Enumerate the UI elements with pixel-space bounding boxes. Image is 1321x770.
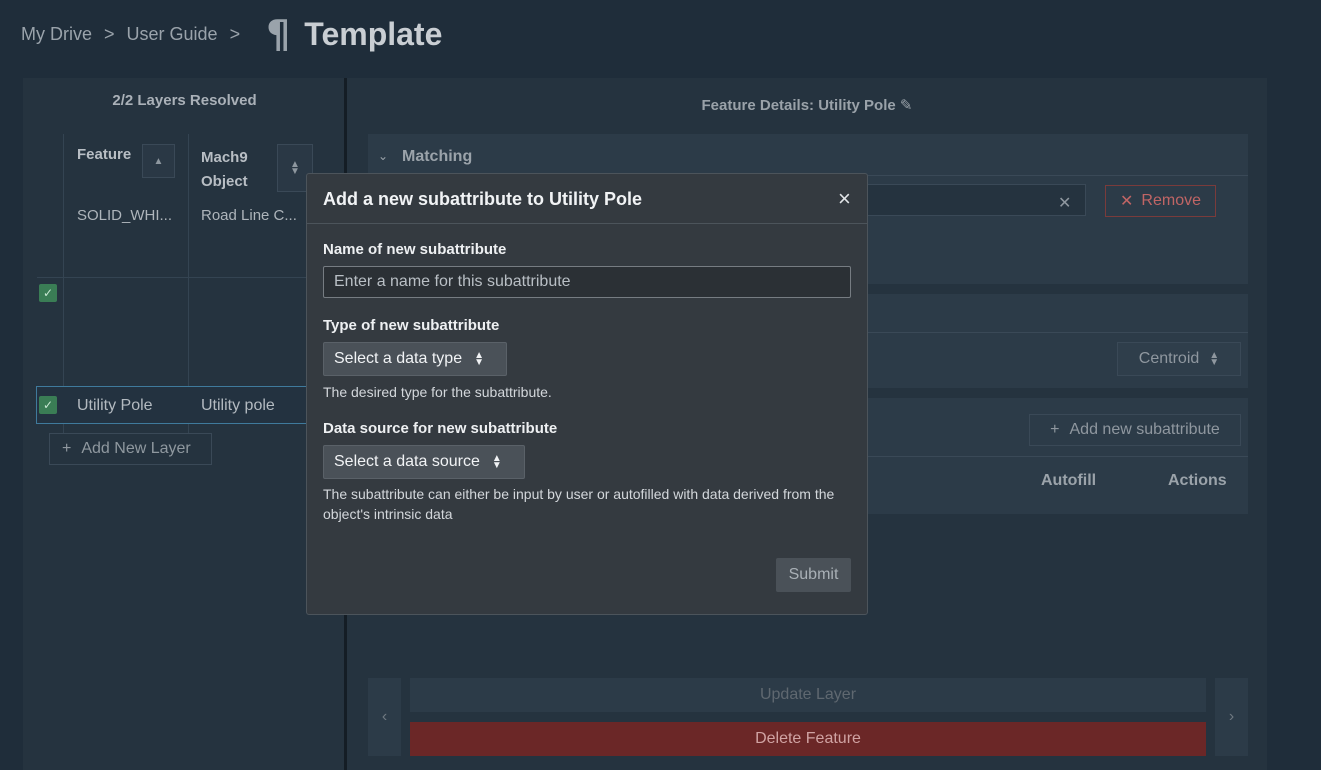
- add-subattribute-label: Add new subattribute: [1069, 421, 1220, 438]
- modal-header: Add a new subattribute to Utility Pole ×: [307, 174, 867, 224]
- data-source-select-label: Select a data source: [334, 453, 480, 470]
- table-row-utility-pole[interactable]: ✓ Utility Pole Utility pole: [36, 386, 332, 424]
- breadcrumb: My Drive > User Guide > ¶ Template: [21, 12, 443, 56]
- column-header-feature: Feature: [77, 146, 132, 163]
- add-subattribute-modal: Add a new subattribute to Utility Pole ×…: [306, 173, 868, 615]
- add-new-subattribute-button[interactable]: + Add new subattribute: [1029, 414, 1241, 446]
- clear-icon[interactable]: ✕: [1058, 193, 1071, 213]
- data-type-select[interactable]: Select a data type ▲ ▼: [323, 342, 507, 376]
- next-feature-button[interactable]: ›: [1215, 678, 1248, 756]
- delete-feature-button[interactable]: Delete Feature: [410, 722, 1206, 756]
- row-1-object[interactable]: Road Line C...: [201, 207, 297, 224]
- layers-resolved-heading: 2/2 Layers Resolved: [112, 92, 257, 109]
- close-icon[interactable]: ×: [838, 186, 851, 212]
- row-2-object[interactable]: Utility pole: [201, 397, 275, 415]
- layers-table: Feature ▲ Mach9 Object ▲ ▼ SOLID_WHI... Ro…: [36, 134, 332, 464]
- remove-button[interactable]: ✕ Remove: [1105, 185, 1216, 217]
- row-1-feature[interactable]: SOLID_WHI...: [77, 207, 172, 224]
- submit-button[interactable]: Submit: [776, 558, 851, 592]
- source-hint: The subattribute can either be input by …: [323, 486, 835, 522]
- chevron-left-icon: ‹: [381, 708, 388, 725]
- chevron-right-icon: ›: [1228, 708, 1235, 725]
- add-new-layer-label: Add New Layer: [81, 440, 191, 457]
- chevron-down-icon[interactable]: ⌄: [378, 149, 388, 163]
- updown-icon: ▲ ▼: [491, 453, 502, 471]
- breadcrumb-separator: >: [104, 23, 115, 44]
- plus-icon: +: [1050, 421, 1060, 438]
- plus-icon: +: [62, 440, 72, 457]
- mach9-label: Mach9: [201, 149, 248, 166]
- add-new-layer-button[interactable]: + Add New Layer: [49, 433, 212, 465]
- close-icon: ✕: [1120, 193, 1134, 210]
- name-label: Name of new subattribute: [323, 241, 507, 258]
- data-type-select-label: Select a data type: [334, 350, 463, 367]
- updown-icon: ▲ ▼: [1209, 350, 1220, 368]
- row-2-feature[interactable]: Utility Pole: [77, 397, 153, 415]
- source-label: Data source for new subattribute: [323, 420, 558, 437]
- feature-details-heading: Feature Details: Utility Pole ✎: [347, 96, 1267, 114]
- column-header-mach9-object: Mach9 Object: [201, 146, 248, 194]
- column-header-autofill: Autofill: [1041, 472, 1097, 489]
- pencil-icon[interactable]: ✎: [900, 97, 913, 114]
- modal-title: Add a new subattribute to Utility Pole: [323, 189, 643, 209]
- table-header: Feature ▲ Mach9 Object ▲ ▼ SOLID_WHI... Ro…: [37, 134, 332, 464]
- remove-label: Remove: [1141, 192, 1201, 209]
- matching-title[interactable]: Matching: [402, 148, 472, 166]
- matching-select[interactable]: [848, 184, 1086, 216]
- feature-details-title: Feature Details: Utility Pole: [701, 97, 896, 114]
- centroid-label: Centroid: [1138, 350, 1200, 367]
- subattribute-name-input[interactable]: [323, 266, 851, 298]
- object-label: Object: [201, 173, 248, 190]
- breadcrumb-separator: >: [229, 23, 241, 44]
- layers-panel: 2/2 Layers Resolved Feature ▲ Mach9 Objec…: [23, 78, 346, 770]
- updown-icon: ▲ ▼: [474, 350, 484, 368]
- previous-feature-button[interactable]: ‹: [368, 678, 401, 756]
- breadcrumb-user-guide[interactable]: User Guide: [127, 24, 218, 45]
- breadcrumb-my-drive[interactable]: My Drive: [21, 24, 92, 45]
- page: My Drive > User Guide > ¶ Template 2/2 L…: [0, 0, 1321, 770]
- row-2-checkbox[interactable]: ✓: [39, 396, 57, 414]
- type-label: Type of new subattribute: [323, 317, 500, 334]
- sort-ascending-icon[interactable]: ▲: [142, 144, 175, 178]
- type-hint: The desired type for the subattribute.: [323, 384, 552, 400]
- row-1-checkbox[interactable]: ✓: [39, 284, 57, 302]
- update-layer-button[interactable]: Update Layer: [410, 678, 1206, 712]
- centroid-select[interactable]: Centroid ▲ ▼: [1117, 342, 1241, 376]
- pilcrow-icon: ¶: [266, 12, 291, 56]
- column-header-actions: Actions: [1168, 472, 1227, 489]
- data-source-select[interactable]: Select a data source ▲ ▼: [323, 445, 525, 479]
- page-title: Template: [304, 15, 443, 52]
